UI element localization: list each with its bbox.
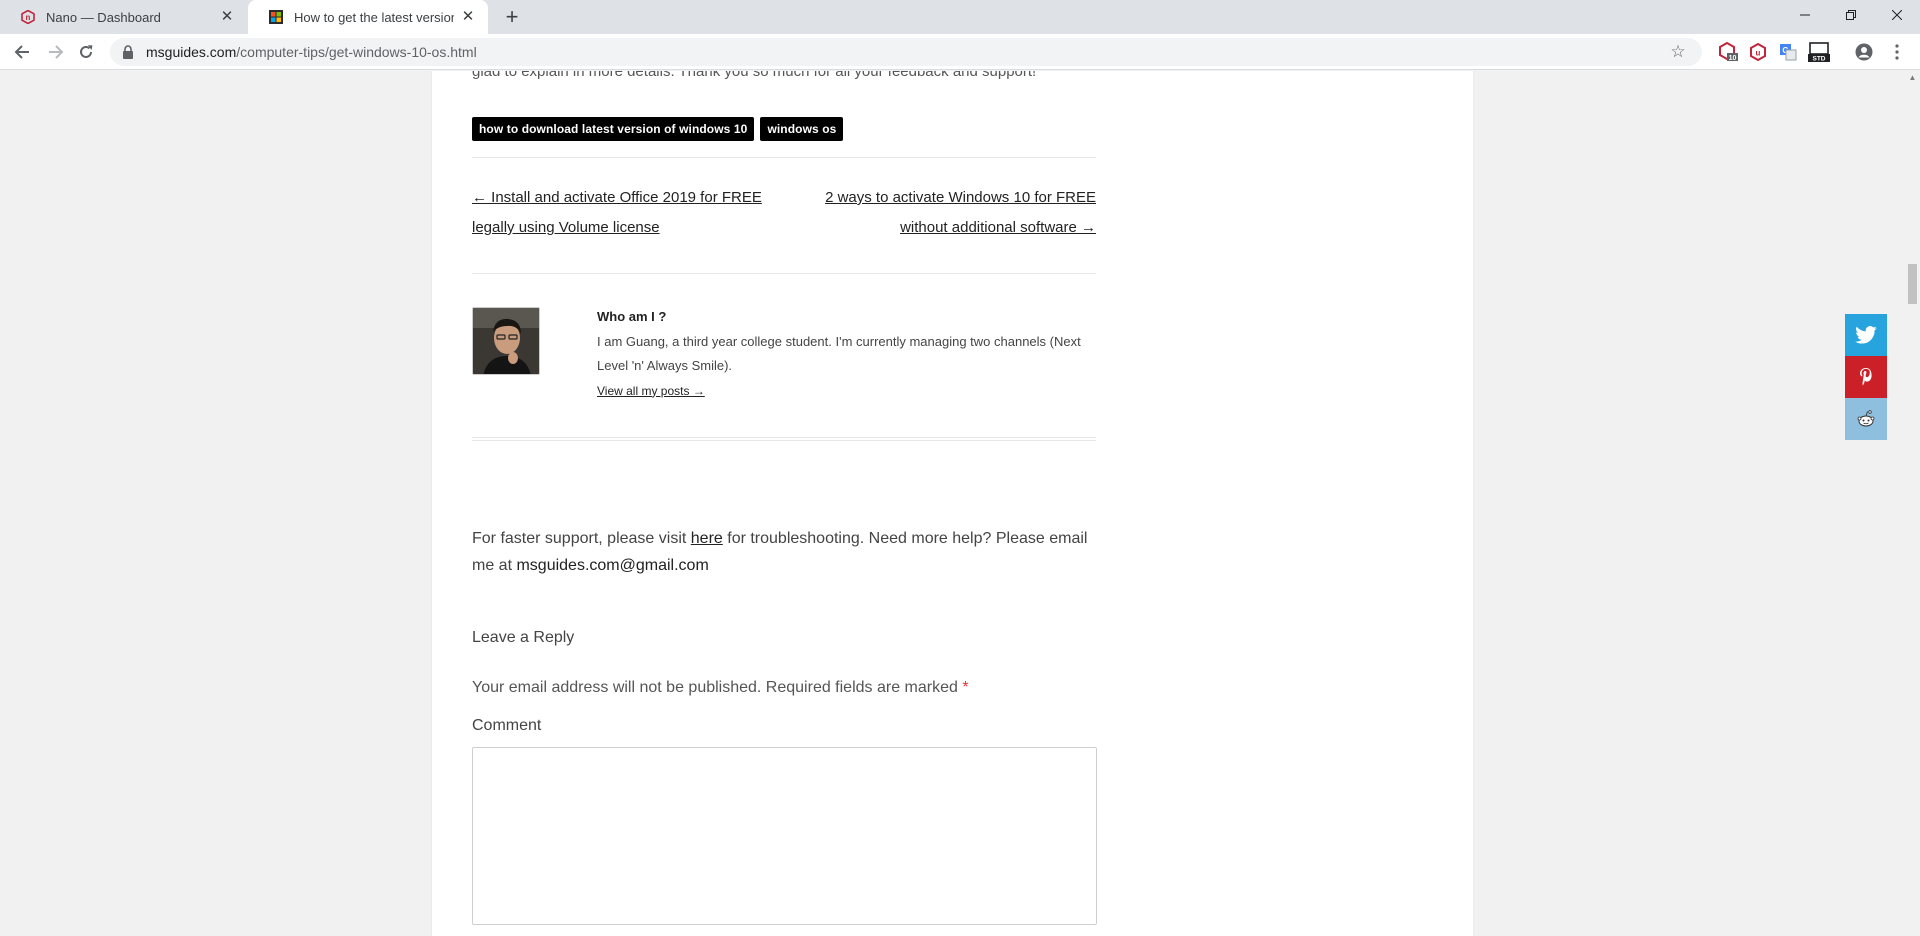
reddit-icon <box>1857 410 1875 427</box>
tab-nano-dashboard[interactable]: n Nano — Dashboard ✕ <box>0 0 247 34</box>
twitter-share-button[interactable] <box>1845 314 1887 356</box>
lock-icon <box>122 45 136 59</box>
comment-notes: Your email address will not be published… <box>472 679 1096 697</box>
view-all-posts-link[interactable]: View all my posts → <box>597 384 705 398</box>
next-post-link[interactable]: 2 ways to activate Windows 10 for FREE w… <box>825 189 1096 236</box>
svg-text:u: u <box>1756 49 1761 58</box>
tab-title: Nano — Dashboard <box>46 9 161 25</box>
support-email: msguides.com@gmail.com <box>516 557 709 574</box>
article-card: glad to explain in more details. Thank y… <box>432 71 1473 936</box>
vertical-scrollbar[interactable]: ▲ <box>1905 71 1920 936</box>
twitter-icon <box>1855 326 1877 344</box>
pinterest-share-button[interactable] <box>1845 356 1887 398</box>
tab-msguides[interactable]: How to get the latest version of W ✕ <box>248 0 488 34</box>
url-host: msguides.com <box>146 44 237 60</box>
profile-avatar-icon[interactable] <box>1852 40 1876 64</box>
close-window-icon[interactable] <box>1874 0 1920 30</box>
author-box: Who am I ? I am Guang, a third year coll… <box>472 307 1096 427</box>
extension-translate-icon[interactable]: G <box>1776 40 1800 64</box>
divider <box>472 157 1096 158</box>
author-info: Who am I ? I am Guang, a third year coll… <box>597 305 1097 403</box>
reply-title: Leave a Reply <box>472 629 575 646</box>
extension-nano-icon[interactable]: 10 <box>1716 40 1740 64</box>
new-tab-plus-icon[interactable]: + <box>498 4 526 32</box>
tag-link[interactable]: how to download latest version of window… <box>472 117 755 141</box>
divider <box>472 273 1096 274</box>
address-bar[interactable]: msguides.com/computer-tips/get-windows-1… <box>110 38 1702 66</box>
nano-favicon-icon: n <box>20 9 36 25</box>
comment-label: Comment <box>472 717 542 734</box>
required-marker: * <box>962 679 969 696</box>
author-bio: I am Guang, a third year college student… <box>597 333 1081 374</box>
bookmark-star-icon[interactable]: ☆ <box>1668 42 1688 62</box>
support-note: For faster support, please visit here fo… <box>472 525 1096 579</box>
svg-text:10: 10 <box>1729 55 1737 62</box>
tab-strip: n Nano — Dashboard ✕ How to get the late… <box>0 0 1920 34</box>
pinterest-icon <box>1860 368 1872 386</box>
back-arrow-icon[interactable] <box>8 38 36 66</box>
tag-list: how to download latest version of window… <box>472 117 1096 141</box>
extension-std-icon[interactable]: STD <box>1807 40 1831 64</box>
tab-close-icon[interactable]: ✕ <box>460 9 476 25</box>
scroll-thumb[interactable] <box>1908 264 1917 304</box>
forward-arrow-icon[interactable] <box>42 38 70 66</box>
page-viewport: glad to explain in more details. Thank y… <box>0 71 1905 936</box>
restore-icon[interactable] <box>1828 0 1874 30</box>
author-heading: Who am I ? <box>597 309 667 324</box>
tag-link[interactable]: windows os <box>760 117 844 141</box>
article-trailing-text: glad to explain in more details. Thank y… <box>472 71 1037 80</box>
reddit-share-button[interactable] <box>1845 398 1887 440</box>
double-divider <box>472 437 1096 441</box>
svg-text:STD: STD <box>1813 56 1826 63</box>
window-controls <box>1782 0 1920 30</box>
tab-close-icon[interactable]: ✕ <box>219 9 235 25</box>
comment-textarea[interactable] <box>472 747 1097 925</box>
windows-favicon-icon <box>268 9 284 25</box>
svg-text:n: n <box>26 13 31 22</box>
browser-menu-icon[interactable] <box>1885 40 1909 64</box>
support-here-link[interactable]: here <box>691 530 723 547</box>
support-prefix: For faster support, please visit <box>472 530 691 547</box>
minimize-icon[interactable] <box>1782 0 1828 30</box>
post-navigation: ← Install and activate Office 2019 for F… <box>472 183 1096 243</box>
url-path: /computer-tips/get-windows-10-os.html <box>236 44 477 60</box>
tab-title: How to get the latest version of W <box>294 9 454 25</box>
browser-toolbar: msguides.com/computer-tips/get-windows-1… <box>0 34 1920 70</box>
comment-notes-text: Your email address will not be published… <box>472 679 963 696</box>
reload-icon[interactable] <box>72 38 100 66</box>
extension-shield-icon[interactable]: u <box>1746 40 1770 64</box>
previous-post-link[interactable]: ← Install and activate Office 2019 for F… <box>472 189 762 236</box>
scroll-up-arrow-icon[interactable]: ▲ <box>1905 71 1920 85</box>
author-avatar[interactable] <box>472 307 540 375</box>
url-text: msguides.com/computer-tips/get-windows-1… <box>146 44 1702 60</box>
